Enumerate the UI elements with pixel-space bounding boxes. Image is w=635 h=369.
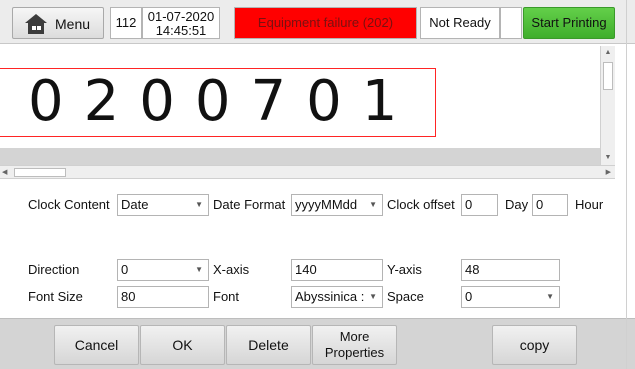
clock-content-label: Clock Content — [28, 197, 110, 212]
vertical-scrollbar[interactable]: ▲ ▼ — [600, 46, 615, 165]
date-format-label: Date Format — [213, 197, 286, 212]
bottom-action-bar: Cancel OK Delete More Properties copy — [0, 318, 635, 369]
chevron-down-icon: ▼ — [546, 292, 554, 301]
direction-label: Direction — [28, 262, 80, 277]
font-value: Abyssinica : — [295, 289, 365, 304]
print-preview: 0200701 — [0, 46, 615, 165]
date-format-value: yyyyMMdd — [295, 197, 358, 212]
scroll-down-icon[interactable]: ▼ — [601, 151, 615, 165]
cancel-button[interactable]: Cancel — [54, 325, 139, 365]
scroll-up-icon[interactable]: ▲ — [601, 46, 615, 60]
date-text: 01-07-2020 — [147, 9, 215, 24]
home-icon — [25, 14, 47, 34]
print-counter: 112 — [110, 7, 142, 39]
menu-button[interactable]: Menu — [12, 7, 104, 39]
chevron-down-icon: ▼ — [369, 200, 377, 209]
font-size-input[interactable]: 80 — [117, 286, 209, 308]
horizontal-scrollbar[interactable]: ◀ ▶ — [0, 165, 615, 179]
space-select[interactable]: 0 ▼ — [461, 286, 560, 308]
status-indicator — [500, 7, 522, 39]
selected-text-object[interactable]: 0200701 — [0, 68, 436, 137]
ready-status: Not Ready — [420, 7, 500, 39]
top-bar: Menu 112 01-07-2020 14:45:51 Equipment f… — [0, 0, 635, 44]
print-text: 0200701 — [28, 69, 418, 134]
datetime-display: 01-07-2020 14:45:51 — [142, 7, 220, 39]
y-axis-label: Y-axis — [387, 262, 422, 277]
delete-button[interactable]: Delete — [226, 325, 311, 365]
scroll-right-icon[interactable]: ▶ — [601, 166, 611, 179]
ok-button[interactable]: OK — [140, 325, 225, 365]
font-select[interactable]: Abyssinica : ▼ — [291, 286, 383, 308]
clock-content-select[interactable]: Date ▼ — [117, 194, 209, 216]
time-text: 14:45:51 — [155, 23, 207, 38]
more-properties-button[interactable]: More Properties — [312, 325, 397, 365]
x-axis-input[interactable]: 140 — [291, 259, 383, 281]
space-value: 0 — [465, 289, 473, 304]
scroll-left-icon[interactable]: ◀ — [2, 166, 12, 179]
vertical-scroll-thumb[interactable] — [603, 62, 613, 90]
copy-button[interactable]: copy — [492, 325, 577, 365]
date-format-select[interactable]: yyyyMMdd ▼ — [291, 194, 383, 216]
preview-margin — [0, 148, 615, 165]
chevron-down-icon: ▼ — [195, 200, 203, 209]
clock-offset-label: Clock offset — [387, 197, 455, 212]
more-properties-line2: Properties — [324, 345, 385, 360]
font-label: Font — [213, 289, 240, 304]
alarm-status[interactable]: Equipment failure (202) — [234, 7, 417, 39]
hour-label: Hour — [575, 197, 604, 212]
direction-value: 0 — [121, 262, 129, 277]
space-label: Space — [387, 289, 424, 304]
more-properties-line1: More — [339, 329, 370, 344]
clock-offset-hour-input[interactable]: 0 — [532, 194, 568, 216]
window-edge — [626, 0, 627, 369]
menu-label: Menu — [55, 16, 91, 32]
font-size-label: Font Size — [28, 289, 83, 304]
chevron-down-icon: ▼ — [369, 292, 377, 301]
x-axis-label: X-axis — [213, 262, 250, 277]
start-printing-button[interactable]: Start Printing — [523, 7, 615, 39]
clock-content-value: Date — [121, 197, 149, 212]
y-axis-input[interactable]: 48 — [461, 259, 560, 281]
day-label: Day — [505, 197, 529, 212]
direction-select[interactable]: 0 ▼ — [117, 259, 209, 281]
clock-offset-day-input[interactable]: 0 — [461, 194, 498, 216]
chevron-down-icon: ▼ — [195, 265, 203, 274]
horizontal-scroll-thumb[interactable] — [14, 168, 66, 177]
